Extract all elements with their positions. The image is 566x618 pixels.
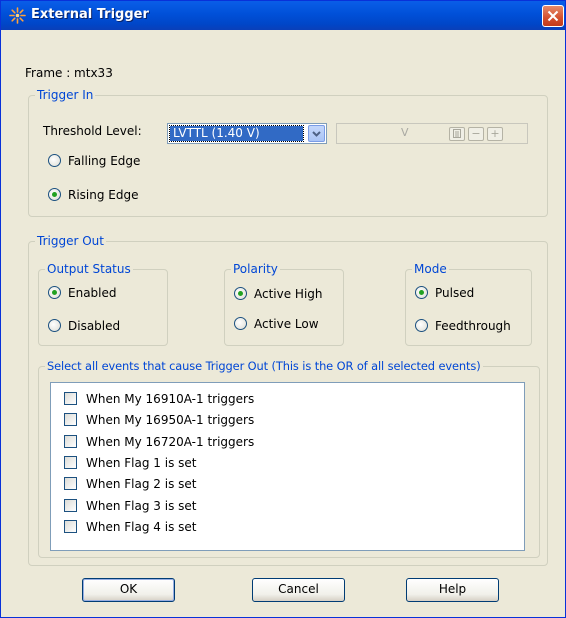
chevron-down-icon[interactable] <box>308 125 325 142</box>
close-button[interactable] <box>542 5 564 27</box>
enabled-radio[interactable]: Enabled <box>48 284 117 302</box>
event-label: When My 16950A-1 triggers <box>86 413 255 427</box>
threshold-level-value: LVTTL (1.40 V) <box>169 125 304 142</box>
polarity-group: Polarity <box>224 262 344 346</box>
polarity-legend: Polarity <box>233 262 278 276</box>
checkbox-icon <box>64 456 77 469</box>
disabled-radio[interactable]: Disabled <box>48 317 120 335</box>
event-label: When My 16910A-1 triggers <box>86 392 255 406</box>
voltage-unit-label: V <box>401 126 409 139</box>
event-label: When Flag 4 is set <box>86 520 197 534</box>
increment-icon: + <box>487 127 503 141</box>
mode-legend: Mode <box>414 262 447 276</box>
radio-button-icon <box>48 154 61 167</box>
feedthrough-label: Feedthrough <box>435 319 511 333</box>
keypad-icon <box>449 127 465 141</box>
active-low-radio[interactable]: Active Low <box>234 315 319 333</box>
radio-button-icon <box>48 319 61 332</box>
event-checkbox[interactable]: When My 16720A-1 triggers <box>64 434 254 452</box>
checkbox-icon <box>64 435 77 448</box>
threshold-level-select[interactable]: LVTTL (1.40 V) <box>167 123 327 144</box>
event-checkbox[interactable]: When Flag 2 is set <box>64 476 196 494</box>
active-low-label: Active Low <box>254 317 319 331</box>
event-label: When My 16720A-1 triggers <box>86 435 255 449</box>
close-icon <box>547 10 559 22</box>
threshold-voltage-field: V − + <box>336 123 528 144</box>
event-checkbox[interactable]: When Flag 4 is set <box>64 519 196 537</box>
feedthrough-radio[interactable]: Feedthrough <box>415 317 511 335</box>
help-button[interactable]: Help <box>406 578 499 602</box>
radio-button-icon <box>48 286 61 299</box>
radio-button-icon <box>234 317 247 330</box>
event-checkbox[interactable]: When Flag 1 is set <box>64 455 196 473</box>
rising-edge-radio[interactable]: Rising Edge <box>48 186 139 204</box>
threshold-level-label: Threshold Level: <box>43 124 142 138</box>
pulsed-label: Pulsed <box>435 286 475 300</box>
events-list[interactable]: When My 16910A-1 triggers When My 16950A… <box>50 382 525 551</box>
radio-button-icon <box>415 286 428 299</box>
checkbox-icon <box>64 520 77 533</box>
cancel-button[interactable]: Cancel <box>252 578 345 602</box>
radio-button-icon <box>415 319 428 332</box>
event-label: When Flag 3 is set <box>86 499 197 513</box>
active-high-label: Active High <box>254 287 323 301</box>
falling-edge-label: Falling Edge <box>68 154 141 168</box>
radio-button-icon <box>234 287 247 300</box>
active-high-radio[interactable]: Active High <box>234 285 323 303</box>
output-status-legend: Output Status <box>47 262 131 276</box>
pulsed-radio[interactable]: Pulsed <box>415 284 474 302</box>
rising-edge-label: Rising Edge <box>68 188 139 202</box>
trigger-out-legend: Trigger Out <box>37 234 104 248</box>
event-checkbox[interactable]: When Flag 3 is set <box>64 498 196 516</box>
event-checkbox[interactable]: When My 16910A-1 triggers <box>64 391 254 409</box>
frame-label: Frame : mtx33 <box>25 66 113 80</box>
checkbox-icon <box>64 477 77 490</box>
ok-button[interactable]: OK <box>82 578 175 602</box>
trigger-in-legend: Trigger In <box>37 88 94 102</box>
enabled-label: Enabled <box>68 286 117 300</box>
event-label: When Flag 2 is set <box>86 477 197 491</box>
app-logo-icon <box>9 7 26 24</box>
checkbox-icon <box>64 392 77 405</box>
window-title: External Trigger <box>31 7 149 22</box>
event-checkbox[interactable]: When My 16950A-1 triggers <box>64 412 254 430</box>
radio-button-icon <box>48 188 61 201</box>
title-bar[interactable]: External Trigger <box>1 1 565 30</box>
external-trigger-dialog: External Trigger Frame : mtx33 Trigger I… <box>0 0 566 618</box>
event-label: When Flag 1 is set <box>86 456 197 470</box>
checkbox-icon <box>64 413 77 426</box>
disabled-label: Disabled <box>68 319 121 333</box>
checkbox-icon <box>64 499 77 512</box>
events-legend: Select all events that cause Trigger Out… <box>47 359 481 373</box>
decrement-icon: − <box>468 127 484 141</box>
falling-edge-radio[interactable]: Falling Edge <box>48 152 140 170</box>
